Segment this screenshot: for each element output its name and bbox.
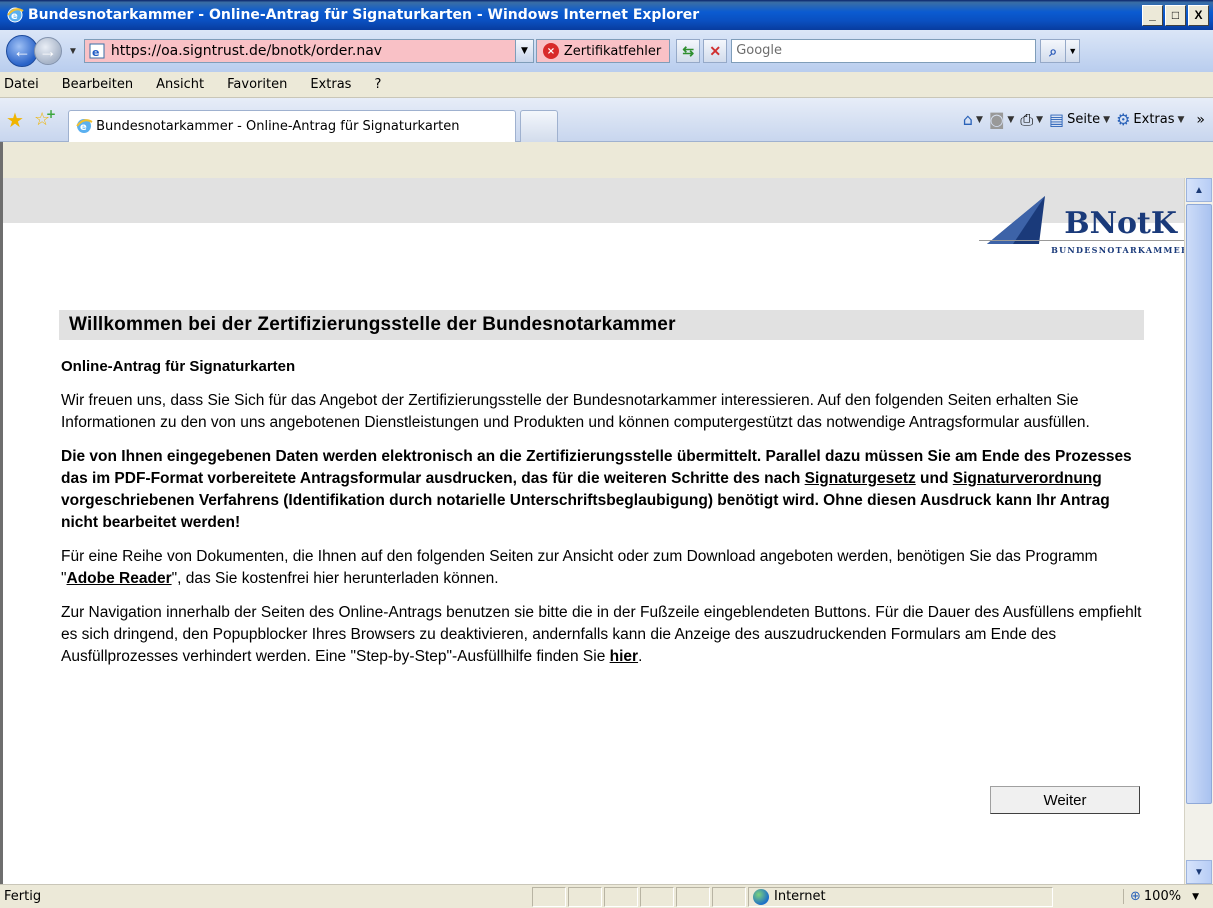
signaturgesetz-link[interactable]: Signaturgesetz bbox=[805, 470, 916, 487]
page-menu-label: Seite bbox=[1067, 112, 1101, 127]
stop-icon: ✕ bbox=[709, 42, 722, 59]
tab-bundesnotarkammer[interactable]: e Bundesnotarkammer - Online-Antrag für … bbox=[68, 109, 517, 142]
print-button[interactable]: ⎙ ▼ bbox=[1020, 110, 1043, 130]
scroll-up-icon[interactable]: ▲ bbox=[1186, 178, 1212, 202]
scrollbar-thumb[interactable] bbox=[1186, 204, 1212, 804]
page-menu[interactable]: ▤ Seite ▼ bbox=[1049, 110, 1110, 129]
security-zone[interactable]: Internet bbox=[748, 886, 1053, 907]
forward-button[interactable]: → bbox=[34, 37, 62, 65]
search-input[interactable]: Google bbox=[731, 39, 1037, 63]
zoom-icon: ⊕ bbox=[1130, 889, 1141, 904]
intro-paragraph: Wir freuen uns, dass Sie Sich für das An… bbox=[61, 392, 1090, 431]
data-transfer-paragraph: Die von Ihnen eingegebenen Daten werden … bbox=[61, 446, 1144, 534]
title-bar: e Bundesnotarkammer - Online-Antrag für … bbox=[0, 0, 1213, 30]
svg-text:e: e bbox=[92, 46, 99, 59]
zoom-dropdown-icon: ▼ bbox=[1192, 891, 1199, 902]
status-cell bbox=[676, 886, 710, 907]
step-by-step-link[interactable]: hier bbox=[610, 648, 638, 665]
gear-icon: ⚙ bbox=[1116, 110, 1131, 129]
bnotk-logo: BNotK BUNDESNOTARKAMMER bbox=[979, 186, 1184, 260]
zoom-level: 100% bbox=[1143, 889, 1182, 904]
page-viewport: BNotK BUNDESNOTARKAMMER Willkommen bei d… bbox=[3, 178, 1184, 884]
menu-bearbeiten[interactable]: Bearbeiten bbox=[62, 77, 133, 92]
tab-label: Bundesnotarkammer - Online-Antrag für Si… bbox=[96, 118, 460, 134]
page-menu-icon: ▤ bbox=[1049, 110, 1065, 129]
vertical-scrollbar[interactable]: ▲ ▼ bbox=[1184, 178, 1213, 884]
home-icon: ⌂ bbox=[962, 110, 973, 129]
globe-icon bbox=[753, 888, 769, 905]
menu-extras[interactable]: Extras bbox=[310, 77, 351, 92]
logo-name: BNotK bbox=[1064, 206, 1177, 241]
page-subheading: Online-Antrag für Signaturkarten bbox=[61, 358, 296, 375]
main-content: Willkommen bei der Zertifizierungsstelle… bbox=[59, 310, 1144, 680]
minimize-button[interactable]: _ bbox=[1142, 4, 1163, 26]
certificate-error-label: Zertifikatfehler bbox=[563, 43, 662, 59]
svg-text:e: e bbox=[80, 122, 87, 133]
close-button[interactable]: X bbox=[1188, 4, 1209, 26]
logo-divider bbox=[979, 240, 1184, 241]
status-cell bbox=[640, 886, 674, 907]
paragraph-text: vorgeschriebenen Verfahrens (Identifikat… bbox=[61, 492, 1110, 531]
adobe-reader-link[interactable]: Adobe Reader bbox=[67, 570, 172, 587]
address-toolbar: ← → ▼ e https://oa.signtrust.de/bnotk/or… bbox=[0, 30, 1213, 72]
menu-datei[interactable]: Datei bbox=[4, 77, 39, 92]
rss-icon: ◙ bbox=[988, 110, 1005, 129]
home-button[interactable]: ⌂ ▼ bbox=[963, 110, 983, 129]
feeds-button[interactable]: ◙ ▼ bbox=[989, 110, 1014, 129]
window-title: Bundesnotarkammer - Online-Antrag für Si… bbox=[28, 7, 700, 23]
refresh-icon: ⇆ bbox=[682, 42, 695, 59]
search-options-icon[interactable]: ▼ bbox=[1066, 39, 1081, 63]
search-button[interactable]: ⌕ bbox=[1040, 39, 1067, 63]
chevron-more-icon[interactable]: » bbox=[1196, 112, 1205, 128]
maximize-button[interactable]: □ bbox=[1165, 4, 1186, 26]
refresh-button[interactable]: ⇆ bbox=[676, 39, 701, 63]
status-cell bbox=[532, 886, 566, 907]
menu-favoriten[interactable]: Favoriten bbox=[227, 77, 287, 92]
status-text: Fertig bbox=[4, 889, 42, 904]
paragraph-text: ", das Sie kostenfrei hier herunterladen… bbox=[171, 570, 499, 587]
printer-icon: ⎙ bbox=[1020, 109, 1034, 129]
tab-bar: ★ ☆ + e Bundesnotarkammer - Online-Antrag… bbox=[0, 98, 1213, 142]
paragraph-text: . bbox=[638, 648, 643, 665]
status-cell bbox=[604, 886, 638, 907]
stop-button[interactable]: ✕ bbox=[703, 39, 728, 63]
add-favorite-icon[interactable]: ☆ + bbox=[34, 107, 56, 130]
search-icon: ⌕ bbox=[1049, 42, 1058, 59]
page-icon: e bbox=[89, 43, 105, 59]
forward-arrow-icon: → bbox=[39, 40, 57, 61]
status-bar: Fertig Internet ⊕ 100% ▼ bbox=[0, 884, 1213, 908]
address-bar[interactable]: e https://oa.signtrust.de/bnotk/order.na… bbox=[83, 39, 534, 63]
svg-text:e: e bbox=[11, 11, 18, 22]
menu-bar: Datei Bearbeiten Ansicht Favoriten Extra… bbox=[0, 72, 1213, 98]
zone-label: Internet bbox=[774, 889, 826, 904]
ie-logo-icon: e bbox=[7, 7, 24, 23]
status-cell bbox=[712, 886, 746, 907]
logo-subtitle: BUNDESNOTARKAMMER bbox=[1051, 245, 1184, 255]
status-cell bbox=[568, 886, 602, 907]
new-tab-button[interactable] bbox=[520, 109, 559, 142]
page-heading: Willkommen bei der Zertifizierungsstelle… bbox=[59, 310, 1144, 340]
navigation-paragraph: Zur Navigation innerhalb der Seiten des … bbox=[61, 602, 1144, 668]
tools-menu[interactable]: ⚙ Extras ▼ bbox=[1116, 110, 1184, 129]
scroll-down-icon[interactable]: ▼ bbox=[1186, 860, 1212, 884]
shield-error-icon: × bbox=[542, 43, 559, 59]
tools-menu-label: Extras bbox=[1133, 112, 1175, 127]
paragraph-text: und bbox=[915, 470, 953, 487]
signaturverordnung-link[interactable]: Signaturverordnung bbox=[953, 470, 1102, 487]
paragraph-text: Zur Navigation innerhalb der Seiten des … bbox=[61, 604, 1142, 665]
history-dropdown-icon[interactable]: ▼ bbox=[68, 46, 78, 57]
weiter-button[interactable]: Weiter bbox=[990, 786, 1140, 814]
adobe-paragraph: Für eine Reihe von Dokumenten, die Ihnen… bbox=[61, 546, 1144, 590]
logo-swoosh-icon bbox=[987, 196, 1045, 244]
menu-help[interactable]: ? bbox=[374, 77, 381, 92]
back-arrow-icon: ← bbox=[13, 40, 31, 61]
certificate-error-button[interactable]: × Zertifikatfehler bbox=[535, 39, 671, 63]
url-text[interactable]: https://oa.signtrust.de/bnotk/order.nav bbox=[111, 43, 515, 59]
ie-tab-icon: e bbox=[76, 119, 93, 133]
favorites-star-icon[interactable]: ★ bbox=[6, 108, 24, 132]
menu-ansicht[interactable]: Ansicht bbox=[156, 77, 204, 92]
zoom-control[interactable]: ⊕ 100% ▼ bbox=[1123, 889, 1199, 904]
address-dropdown-icon[interactable]: ▼ bbox=[514, 40, 533, 62]
